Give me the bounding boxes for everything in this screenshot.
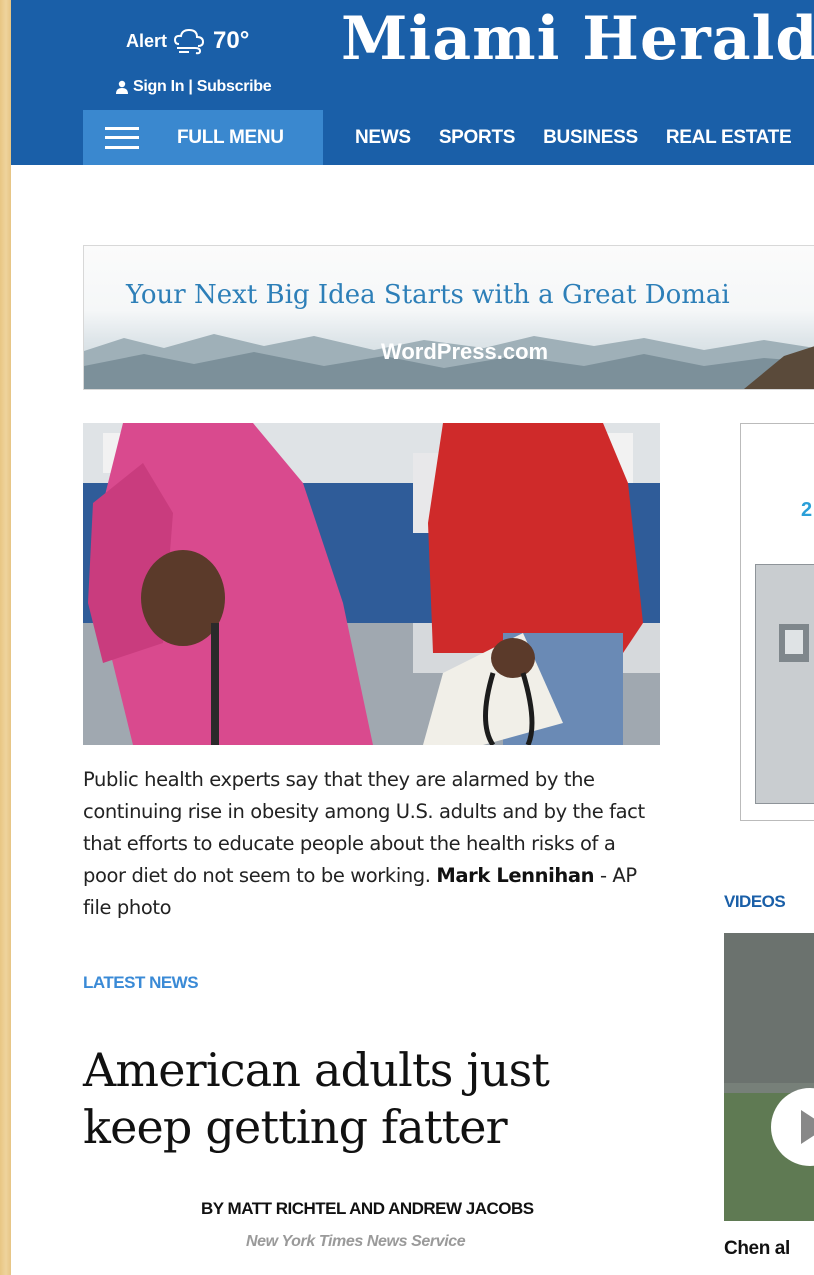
full-menu-button[interactable]: FULL MENU (83, 110, 323, 165)
nav-links: NEWS SPORTS BUSINESS REAL ESTATE (355, 110, 792, 165)
nav-link-sports[interactable]: SPORTS (439, 127, 516, 149)
nav-link-news[interactable]: NEWS (355, 127, 411, 149)
weather-alert[interactable]: Alert 70° (126, 26, 249, 56)
play-icon (801, 1110, 814, 1144)
section-label[interactable]: LATEST NEWS (83, 973, 199, 993)
refrigerator-image (755, 564, 814, 804)
photo-credit-name[interactable]: Mark Lennihan (436, 864, 594, 887)
page: Alert 70° Sign In | Subscribe Miami Hera… (11, 0, 814, 1275)
site-header: Alert 70° Sign In | Subscribe Miami Hera… (11, 0, 814, 165)
alert-label: Alert (126, 30, 168, 51)
sidebar-ad[interactable]: 2 (740, 423, 814, 821)
hamburger-icon (105, 126, 139, 149)
site-logo[interactable]: Miami Herald (341, 4, 814, 74)
ad-brand: WordPress.com (381, 339, 549, 364)
article-headline: American adults just keep getting fatter (83, 1043, 550, 1154)
article-source: New York Times News Service (246, 1233, 466, 1250)
sidebar-ad-text: 2 (801, 499, 813, 521)
article-byline: BY MATT RICHTEL AND ANDREW JACOBS (201, 1199, 534, 1218)
videos-label[interactable]: VIDEOS (724, 892, 786, 912)
ad-headline: Your Next Big Idea Starts with a Great D… (126, 280, 730, 310)
video-thumbnail[interactable] (724, 933, 814, 1221)
article-photo[interactable] (83, 423, 660, 745)
video-title[interactable]: Chen al (724, 1238, 790, 1260)
video-still (724, 933, 814, 1221)
signin-label: Sign In | Subscribe (133, 78, 272, 95)
signin-link[interactable]: Sign In | Subscribe (115, 78, 272, 96)
ad-banner[interactable]: Your Next Big Idea Starts with a Great D… (83, 245, 814, 390)
nav-link-real-estate[interactable]: REAL ESTATE (666, 127, 792, 149)
temperature: 70° (213, 27, 250, 54)
play-button[interactable] (771, 1088, 814, 1166)
main-nav: FULL MENU NEWS SPORTS BUSINESS REAL ESTA… (11, 110, 814, 165)
photo-caption: Public health experts say that they are … (83, 764, 663, 924)
photo-illustration (83, 423, 660, 745)
user-icon (116, 80, 128, 94)
full-menu-label: FULL MENU (177, 126, 284, 148)
nav-link-business[interactable]: BUSINESS (543, 127, 638, 149)
cloud-wind-icon (174, 28, 205, 55)
